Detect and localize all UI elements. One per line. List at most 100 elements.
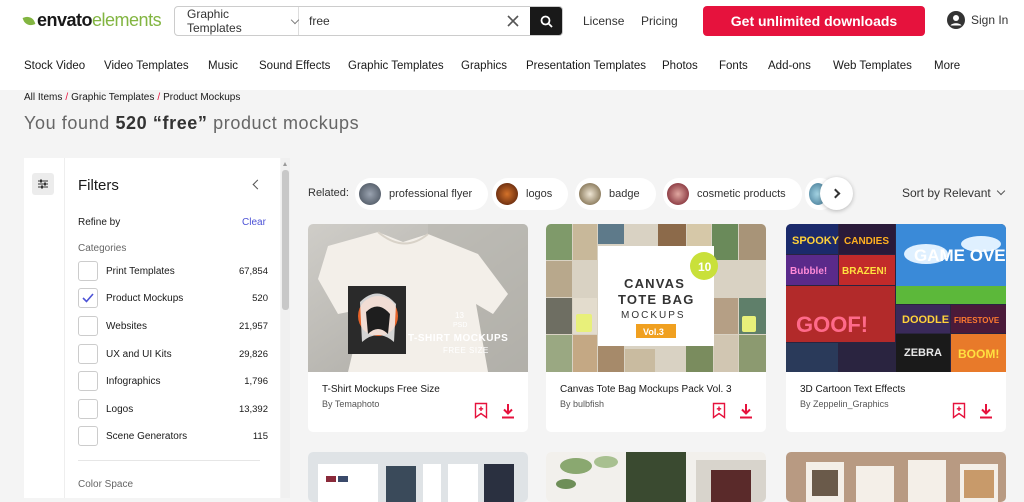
results-count: 520 bbox=[115, 113, 148, 133]
filter-scrollbar[interactable] bbox=[281, 158, 290, 498]
search-button[interactable] bbox=[530, 7, 562, 35]
item-preview-image bbox=[308, 452, 528, 502]
tote-bag-mockup-preview: 10 CANVAS TOTE BAG MOCKUPS Vol.3 bbox=[546, 224, 766, 372]
filter-infographics[interactable]: Infographics 1,796 bbox=[78, 371, 268, 391]
nav-video-templates[interactable]: Video Templates bbox=[104, 60, 189, 72]
chip-thumbnail bbox=[667, 183, 689, 205]
nav-add-ons[interactable]: Add-ons bbox=[768, 60, 811, 72]
sign-in-button[interactable]: Sign In bbox=[947, 11, 1008, 29]
related-chip-professional-flyer[interactable]: professional flyer bbox=[355, 178, 489, 210]
item-card-partial[interactable] bbox=[546, 452, 766, 502]
sort-label: Sort by Relevant bbox=[902, 186, 991, 200]
item-preview-image[interactable]: 10 CANVAS TOTE BAG MOCKUPS Vol.3 bbox=[546, 224, 766, 372]
color-space-label[interactable]: Color Space bbox=[78, 479, 133, 490]
checkbox[interactable] bbox=[78, 371, 98, 391]
nav-more[interactable]: More bbox=[934, 60, 960, 72]
preview-word: GOOF! bbox=[796, 312, 868, 337]
item-title[interactable]: 3D Cartoon Text Effects bbox=[800, 384, 905, 395]
related-chip-logos[interactable]: logos bbox=[492, 178, 569, 210]
nav-graphic-templates[interactable]: Graphic Templates bbox=[348, 60, 444, 72]
item-author[interactable]: By bulbfish bbox=[560, 399, 604, 409]
item-preview-image[interactable]: SPOOKY CANDIES Bubble! BRAZEN! GAME OVER… bbox=[786, 224, 1006, 372]
license-link[interactable]: License bbox=[583, 14, 624, 28]
nav-web-templates[interactable]: Web Templates bbox=[833, 60, 912, 72]
item-card-partial[interactable] bbox=[308, 452, 528, 502]
sort-dropdown[interactable]: Sort by Relevant bbox=[902, 186, 1005, 200]
preview-word: DOODLE bbox=[902, 314, 949, 326]
sign-in-label: Sign In bbox=[971, 13, 1009, 27]
filter-product-mockups[interactable]: Product Mockups 520 bbox=[78, 288, 268, 308]
collapse-chevron-icon[interactable] bbox=[252, 179, 263, 190]
related-chip-cosmetic-products[interactable]: cosmetic products bbox=[663, 178, 802, 210]
filter-toggle-button[interactable] bbox=[32, 173, 54, 195]
nav-presentation-templates[interactable]: Presentation Templates bbox=[526, 60, 646, 72]
envato-logo[interactable]: envato elements bbox=[22, 10, 162, 31]
chip-thumbnail bbox=[496, 183, 518, 205]
checkbox[interactable] bbox=[78, 316, 98, 336]
related-chip-badge[interactable]: badge bbox=[575, 178, 656, 210]
checkbox[interactable] bbox=[78, 399, 98, 419]
top-bar: envatoelements Graphic Templates License… bbox=[0, 0, 1024, 44]
checkbox[interactable] bbox=[78, 344, 98, 364]
breadcrumb-all-items[interactable]: All Items bbox=[24, 92, 62, 103]
item-author[interactable]: By Temaphoto bbox=[322, 399, 379, 409]
item-title[interactable]: T-Shirt Mockups Free Size bbox=[322, 384, 440, 395]
leaf-icon bbox=[22, 14, 36, 27]
bookmark-add-icon bbox=[712, 402, 726, 419]
scrollbar-thumb[interactable] bbox=[282, 170, 289, 310]
filter-print-templates[interactable]: Print Templates 67,854 bbox=[78, 261, 268, 281]
breadcrumb-graphic-templates[interactable]: Graphic Templates bbox=[71, 92, 154, 103]
breadcrumb-separator: / bbox=[157, 92, 161, 103]
category-nav: Stock Video Video Templates Music Sound … bbox=[0, 44, 1024, 90]
clear-filters-link[interactable]: Clear bbox=[242, 217, 266, 228]
clear-search-button[interactable] bbox=[496, 7, 530, 35]
download-button[interactable] bbox=[979, 403, 993, 424]
preview-word: CANDIES bbox=[844, 236, 889, 247]
nav-fonts[interactable]: Fonts bbox=[719, 60, 748, 72]
search-input[interactable] bbox=[299, 7, 496, 35]
get-unlimited-downloads-button[interactable]: Get unlimited downloads bbox=[703, 6, 925, 36]
filter-scene-generators[interactable]: Scene Generators 115 bbox=[78, 426, 268, 446]
item-card-canvas-tote-bag[interactable]: 10 CANVAS TOTE BAG MOCKUPS Vol.3 Canvas … bbox=[546, 224, 766, 432]
item-preview-image[interactable]: 13 PSD T-SHIRT MOCKUPS FREE SIZE bbox=[308, 224, 528, 372]
nav-graphics[interactable]: Graphics bbox=[461, 60, 507, 72]
nav-photos[interactable]: Photos bbox=[662, 60, 698, 72]
preview-line1: CANVAS bbox=[624, 276, 685, 291]
item-title[interactable]: Canvas Tote Bag Mockups Pack Vol. 3 bbox=[560, 384, 732, 395]
bookmark-button[interactable] bbox=[474, 402, 488, 424]
preview-word: BRAZEN! bbox=[842, 266, 887, 277]
chip-thumbnail bbox=[579, 183, 601, 205]
item-card-tshirt-mockups[interactable]: 13 PSD T-SHIRT MOCKUPS FREE SIZE T-Shirt… bbox=[308, 224, 528, 432]
item-card-3d-cartoon-text[interactable]: SPOOKY CANDIES Bubble! BRAZEN! GAME OVER… bbox=[786, 224, 1006, 432]
bookmark-add-icon bbox=[474, 402, 488, 419]
chevron-down-icon bbox=[290, 15, 300, 24]
bookmark-button[interactable] bbox=[952, 402, 966, 424]
checkbox[interactable] bbox=[78, 426, 98, 446]
filter-websites[interactable]: Websites 21,957 bbox=[78, 316, 268, 336]
search-category-select[interactable]: Graphic Templates bbox=[175, 7, 300, 35]
nav-stock-video[interactable]: Stock Video bbox=[24, 60, 85, 72]
filter-ux-ui-kits[interactable]: UX and UI Kits 29,826 bbox=[78, 344, 268, 364]
download-button[interactable] bbox=[739, 403, 753, 424]
divider bbox=[64, 158, 65, 498]
preview-word: Bubble! bbox=[790, 266, 827, 277]
item-author[interactable]: By Zeppelin_Graphics bbox=[800, 399, 889, 409]
nav-sound-effects[interactable]: Sound Effects bbox=[259, 60, 330, 72]
pricing-link[interactable]: Pricing bbox=[641, 14, 678, 28]
nav-music[interactable]: Music bbox=[208, 60, 238, 72]
item-card-partial[interactable] bbox=[786, 452, 1006, 502]
related-label: Related: bbox=[308, 187, 349, 199]
bookmark-button[interactable] bbox=[712, 402, 726, 424]
preview-word: FIRESTOVE bbox=[954, 316, 1000, 325]
filter-logos[interactable]: Logos 13,392 bbox=[78, 399, 268, 419]
chip-thumbnail bbox=[359, 183, 381, 205]
preview-count-text: 13 bbox=[455, 311, 464, 320]
preview-word: BOOM! bbox=[958, 347, 999, 361]
checkbox[interactable] bbox=[78, 261, 98, 281]
preview-subtitle-text: FREE SIZE bbox=[443, 346, 489, 355]
download-button[interactable] bbox=[501, 403, 515, 424]
related-next-button[interactable] bbox=[820, 177, 853, 210]
checkbox-checked[interactable] bbox=[78, 288, 98, 308]
search-icon bbox=[540, 15, 553, 28]
item-preview-image bbox=[546, 452, 766, 502]
